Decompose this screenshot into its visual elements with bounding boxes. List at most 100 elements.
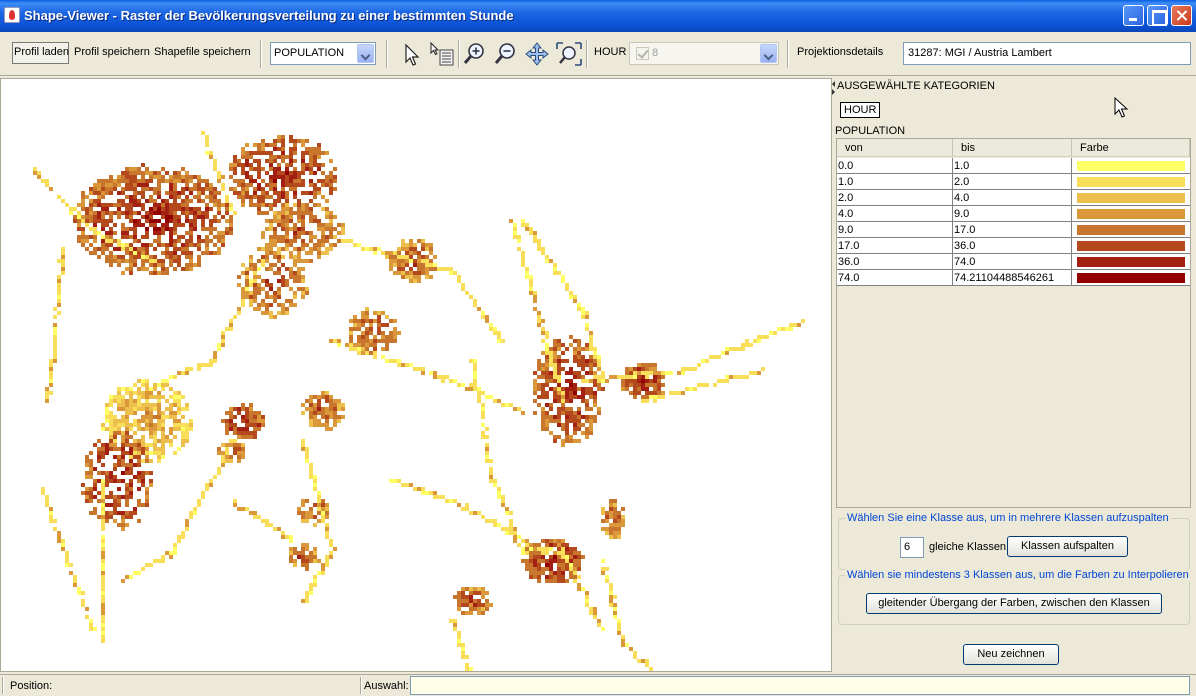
settlement-cell (181, 431, 185, 435)
road-cell (509, 219, 513, 223)
settlement-cell (325, 427, 329, 431)
settlement-cell (125, 499, 129, 503)
settlement-cell (557, 547, 561, 551)
load-profile-button[interactable]: Profil laden (14, 46, 69, 58)
pan-icon[interactable] (523, 41, 551, 67)
settlement-cell (581, 387, 585, 391)
settlement-cell (293, 275, 297, 279)
map-canvas[interactable] (0, 78, 832, 672)
settlement-cell (589, 371, 593, 375)
projection-field[interactable]: 31287: MGI / Austria Lambert (903, 42, 1191, 65)
settlement-cell (577, 567, 581, 571)
settlement-cell (553, 539, 557, 543)
zoom-in-icon[interactable] (461, 41, 489, 67)
save-shapefile-button[interactable]: Shapefile speichern (154, 46, 251, 58)
settlement-cell (329, 171, 333, 175)
settlement-cell (169, 191, 173, 195)
settlement-cell (181, 407, 185, 411)
save-profile-button[interactable]: Profil speichern (74, 46, 150, 58)
road-cell (221, 187, 225, 191)
settlement-cell (585, 407, 589, 411)
settlement-cell (549, 431, 553, 435)
road-cell (757, 339, 761, 343)
settlement-cell (269, 207, 273, 211)
settlement-cell (133, 439, 137, 443)
projection-details-button[interactable]: Projektionsdetails (797, 46, 883, 58)
chevron-down-icon[interactable] (357, 44, 374, 63)
settlement-cell (169, 415, 173, 419)
settlement-cell (129, 515, 133, 519)
settlement-cell (121, 223, 125, 227)
road-cell (657, 395, 661, 399)
hour-label: HOUR (594, 46, 627, 58)
settlement-cell (557, 355, 561, 359)
population-raster[interactable] (1, 79, 832, 672)
settlement-cell (125, 171, 129, 175)
select-arrow-icon[interactable] (398, 41, 426, 67)
chevron-down-icon[interactable] (760, 44, 777, 63)
identify-icon[interactable] (428, 41, 456, 67)
road-cell (545, 331, 549, 335)
attribute-select[interactable]: POPULATION (270, 42, 376, 65)
settlement-cell (469, 611, 473, 615)
settlement-cell (549, 539, 553, 543)
settlement-cell (621, 519, 625, 523)
settlement-cell (289, 159, 293, 163)
zoom-out-icon[interactable] (492, 41, 520, 67)
settlement-cell (573, 431, 577, 435)
settlement-cell (573, 375, 577, 379)
settlement-cell (549, 543, 553, 547)
settlement-cell (557, 423, 561, 427)
settlement-cell (129, 171, 133, 175)
settlement-cell (541, 367, 545, 371)
maximize-button[interactable] (1147, 5, 1168, 26)
settlement-cell (177, 407, 181, 411)
settlement-cell (137, 407, 141, 411)
settlement-cell (329, 187, 333, 191)
settlement-cell (233, 171, 237, 175)
settlement-cell (273, 271, 277, 275)
road-cell (565, 283, 569, 287)
settlement-cell (317, 151, 321, 155)
settlement-cell (241, 147, 245, 151)
minimize-button[interactable] (1123, 5, 1144, 26)
settlement-cell (201, 187, 205, 191)
road-cell (201, 131, 205, 135)
settlement-cell (577, 423, 581, 427)
road-cell (753, 371, 757, 375)
settlement-cell (301, 403, 305, 407)
settlement-cell (137, 199, 141, 203)
close-button[interactable] (1171, 5, 1192, 26)
settlement-cell (397, 271, 401, 275)
settlement-cell (265, 291, 269, 295)
settlement-cell (365, 319, 369, 323)
settlement-cell (93, 203, 97, 207)
settlement-cell (225, 207, 229, 211)
hour-checkbox[interactable] (636, 47, 649, 60)
settlement-cell (373, 335, 377, 339)
settlement-cell (525, 559, 529, 563)
road-cell (617, 619, 621, 623)
settlement-cell (397, 267, 401, 271)
settlement-cell (293, 279, 297, 283)
road-cell (473, 379, 477, 383)
settlement-cell (145, 267, 149, 271)
settlement-cell (353, 327, 357, 331)
hour-select[interactable]: 8 (629, 42, 779, 65)
settlement-cell (253, 267, 257, 271)
settlement-cell (225, 211, 229, 215)
settlement-cell (593, 363, 597, 367)
settlement-cell (161, 439, 165, 443)
settlement-cell (561, 567, 565, 571)
settlement-cell (641, 387, 645, 391)
settlement-cell (225, 459, 229, 463)
settlement-cell (297, 507, 301, 511)
road-cell (41, 491, 45, 495)
settlement-cell (113, 231, 117, 235)
settlement-cell (133, 451, 137, 455)
settlement-cell (581, 367, 585, 371)
zoom-extent-icon[interactable] (555, 41, 583, 67)
settlement-cell (657, 379, 661, 383)
road-cell (33, 167, 37, 171)
road-cell (309, 467, 313, 471)
